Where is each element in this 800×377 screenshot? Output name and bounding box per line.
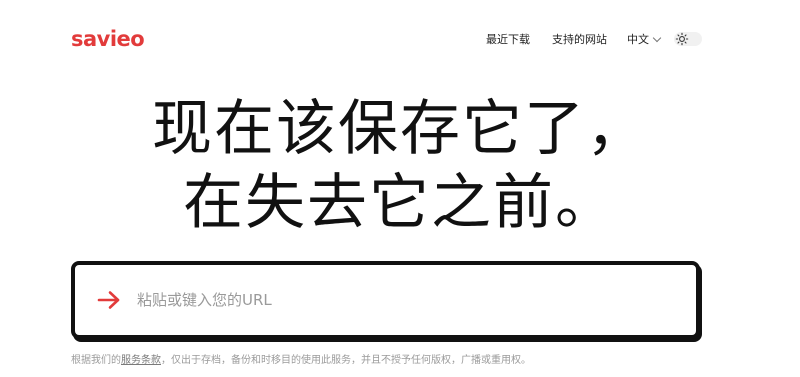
terms-note: 根据我们的服务条款，仅出于存档，备份和时移目的使用此服务，并且不授予任何版权，广… bbox=[71, 351, 531, 366]
language-label: 中文 bbox=[627, 33, 649, 46]
header: savieo 最近下载 支持的网站 中文 bbox=[0, 0, 800, 78]
hero-heading: 现在该保存它了， 在失去它之前。 bbox=[0, 92, 800, 240]
sun-icon bbox=[675, 32, 689, 46]
nav-recent-downloads[interactable]: 最近下载 bbox=[486, 31, 530, 47]
terms-prefix: 根据我们的 bbox=[71, 355, 121, 366]
hero-line-2: 在失去它之前。 bbox=[183, 168, 617, 238]
arrow-right-icon bbox=[97, 291, 120, 309]
terms-suffix: ，仅出于存档，备份和时移目的使用此服务，并且不授予任何版权，广播或重用权。 bbox=[161, 355, 531, 366]
language-selector[interactable]: 中文 bbox=[627, 31, 662, 47]
nav-supported-sites[interactable]: 支持的网站 bbox=[552, 31, 607, 47]
theme-toggle[interactable] bbox=[674, 32, 702, 46]
top-nav: 最近下载 支持的网站 中文 bbox=[486, 30, 702, 48]
url-input-box[interactable] bbox=[71, 261, 700, 339]
url-input[interactable] bbox=[135, 284, 659, 316]
logo[interactable]: savieo bbox=[71, 27, 145, 51]
terms-of-service-link[interactable]: 服务条款 bbox=[121, 355, 161, 366]
chevron-down-icon bbox=[652, 33, 662, 42]
page: savieo 最近下载 支持的网站 中文 现在该保存它了， 在失去它之前。 粘贴… bbox=[0, 0, 800, 377]
hero-line-1: 现在该保存它了， bbox=[152, 94, 648, 164]
